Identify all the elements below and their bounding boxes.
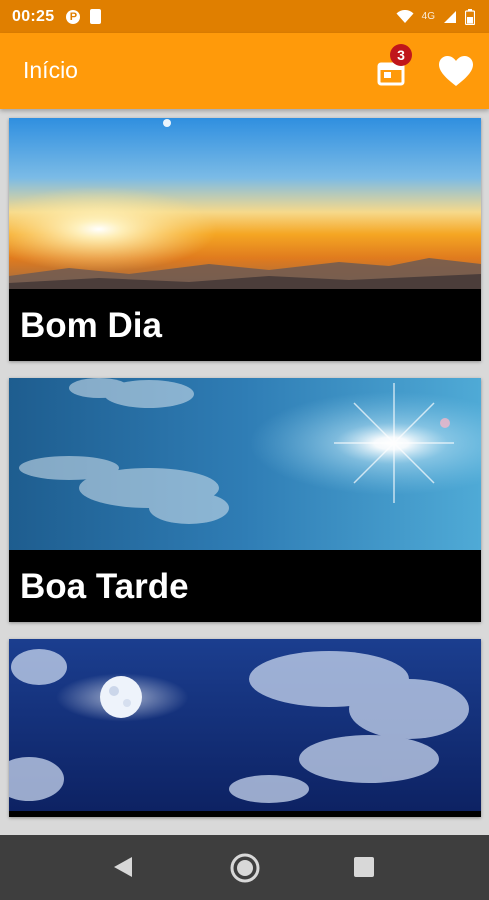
favorites-button[interactable] [438,55,474,89]
afternoon-sun-sky-image [9,378,481,550]
page-title: Início [23,57,78,83]
card-title: Bom Dia [20,306,162,345]
status-indicators: 4G [396,0,475,33]
notification-badge: 3 [390,44,412,66]
phone-app-icon [90,9,102,24]
status-bar: 00:25 P 4G [0,0,489,33]
network-type-label: 4G [421,11,435,22]
card-boa-noite[interactable] [9,639,481,817]
parking-app-icon: P [66,9,81,24]
sunrise-sky-image [9,118,481,289]
night-moon-sky-image [9,639,481,811]
wifi-icon [396,9,414,23]
card-bom-dia[interactable]: Bom Dia [9,118,481,361]
battery-icon [465,8,475,25]
system-nav-bar [0,835,489,900]
status-time: 00:25 [12,7,55,25]
back-icon[interactable] [112,855,134,879]
recents-icon[interactable] [354,857,374,877]
card-title: Boa Tarde [20,567,189,606]
app-bar: Início 3 [0,33,489,109]
heart-icon [439,56,473,86]
home-icon[interactable] [229,852,261,884]
signal-icon [444,10,456,23]
card-boa-tarde[interactable]: Boa Tarde [9,378,481,622]
